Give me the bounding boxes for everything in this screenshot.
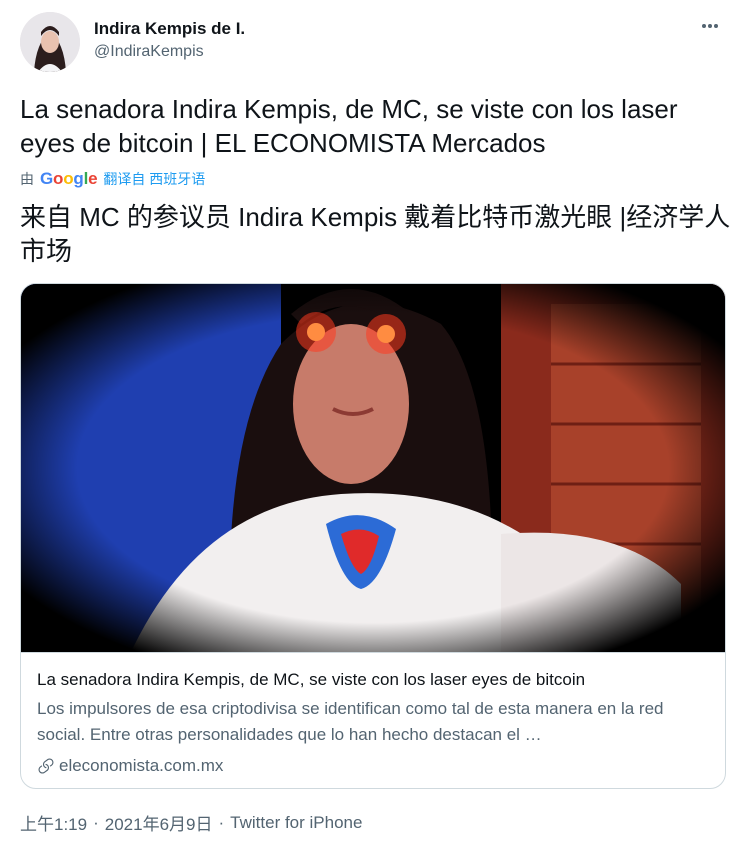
card-body: La senadora Indira Kempis, de MC, se vis… <box>37 668 709 776</box>
avatar[interactable] <box>20 12 80 72</box>
handle[interactable]: @IndiraKempis <box>94 40 245 64</box>
tweet-text: La senadora Indira Kempis, de MC, se vis… <box>20 94 678 158</box>
card-title: La senadora Indira Kempis, de MC, se vis… <box>37 670 586 689</box>
card-domain-text: eleconomista.com.mx <box>59 756 224 775</box>
card-description: Los impulsores de esa criptodivisa se id… <box>37 699 664 744</box>
card-image[interactable] <box>21 284 725 652</box>
google-logo: Google <box>40 169 98 188</box>
tweet-time[interactable]: 上午1:19 <box>20 810 87 835</box>
tweet-date[interactable]: 2021年6月9日 <box>105 810 213 835</box>
author-names: Indira Kempis de I. @IndiraKempis <box>94 18 245 64</box>
card-domain: eleconomista.com.mx <box>37 756 709 776</box>
link-icon <box>37 757 55 775</box>
tweet-meta: 上午1:19 · 2021年6月9日 · Twitter for iPhone <box>20 810 362 835</box>
tweet-header: Indira Kempis de I. @IndiraKempis <box>20 12 728 76</box>
meta-separator: · <box>93 812 99 832</box>
more-horizontal-icon[interactable] <box>696 16 724 36</box>
link-preview-card[interactable]: La senadora Indira Kempis, de MC, se vis… <box>20 283 726 789</box>
translated-text: 来自 MC 的参议员 Indira Kempis 戴着比特币激光眼 |经济学人市… <box>20 202 731 266</box>
card-divider <box>21 652 725 653</box>
meta-separator: · <box>218 812 225 832</box>
display-name[interactable]: Indira Kempis de I. <box>94 18 245 40</box>
translated-by-label: 由 <box>20 171 34 187</box>
tweet-source[interactable]: Twitter for iPhone <box>230 813 362 833</box>
translate-source-link[interactable]: 翻译自 西班牙语 <box>103 169 205 189</box>
translation-attribution: 由 Google 翻译自 西班牙语 <box>20 168 205 190</box>
